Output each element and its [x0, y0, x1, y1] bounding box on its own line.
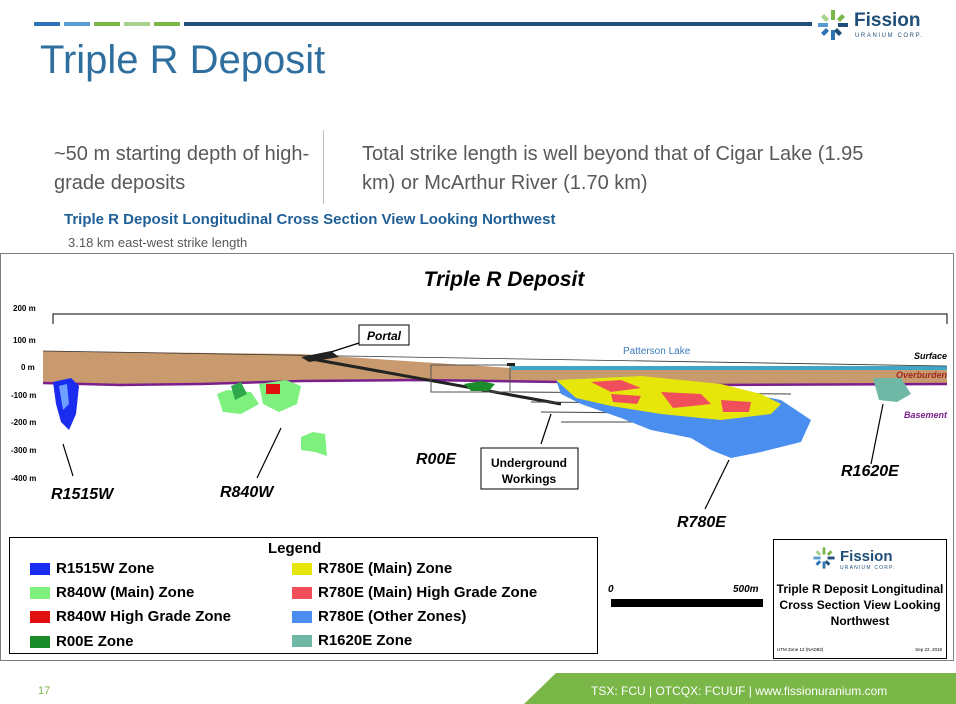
r840w-label: R840W — [220, 484, 275, 501]
surface-label: Surface — [914, 351, 947, 361]
legend-label: R780E (Main) Zone — [318, 560, 453, 577]
caption-foot-right: Sep 22, 2019 — [915, 647, 942, 652]
r780e-leader — [704, 459, 730, 510]
logo-wordmark: Fission — [854, 10, 921, 31]
footer-text: TSX: FCU | OTCQX: FCUUF | www.fissionura… — [591, 684, 888, 698]
elevation-label: -300 m — [11, 446, 36, 455]
legend-label: R780E (Other Zones) — [318, 608, 467, 625]
divider — [323, 130, 324, 204]
elevation-label: -400 m — [11, 474, 36, 483]
portal-label: Portal — [367, 329, 402, 343]
r1620e-label: R1620E — [841, 463, 900, 480]
caption-logo-word: Fission — [840, 548, 893, 565]
r840w-zone — [217, 380, 327, 456]
legend-swatch — [30, 587, 50, 599]
logo-mark-icon — [818, 10, 848, 40]
overburden-label: Overburden — [896, 370, 948, 380]
caption-logo-sub: URANIUM CORP. — [840, 565, 896, 571]
cross-section-figure: Triple R Deposit 200 m 100 m 0 m -100 m … — [0, 253, 954, 661]
starting-depth-text: ~50 m starting depth of high-grade depos… — [54, 143, 310, 194]
scale-end-label: 500m — [733, 584, 759, 595]
caption-logo: Fission URANIUM CORP. — [812, 546, 912, 572]
legend-swatch — [292, 611, 312, 623]
workings-label-line1: Underground — [491, 456, 567, 470]
logo-subtitle: URANIUM CORP. — [855, 33, 924, 39]
legend-label: R00E Zone — [56, 633, 134, 650]
figure-title: Triple R Deposit — [424, 268, 586, 291]
r1515w-label: R1515W — [51, 486, 115, 503]
caption-foot-left: UTM Zone 12 (NAD83) — [777, 647, 824, 652]
elevation-label: 100 m — [13, 336, 36, 345]
logo-mark-icon — [813, 547, 835, 569]
scale-start-label: 0 — [608, 584, 614, 595]
legend-label: R1515W Zone — [56, 560, 155, 577]
caption-text: Triple R Deposit Longitudinal Cross Sect… — [776, 582, 944, 628]
legend-swatch — [292, 635, 312, 647]
legend-swatch — [292, 563, 312, 575]
caption-box: Fission URANIUM CORP. Triple R Deposit L… — [773, 539, 947, 659]
basement-label: Basement — [904, 410, 948, 420]
elevation-label: -100 m — [11, 391, 36, 400]
portal-leader — [330, 342, 360, 353]
r780e-label: R780E — [677, 514, 727, 531]
lake-label: Patterson Lake — [623, 346, 691, 357]
workings-label-line2: Workings — [502, 472, 557, 486]
legend-label: R840W High Grade Zone — [56, 608, 232, 625]
legend-title: Legend — [268, 540, 322, 557]
legend-swatch — [30, 563, 50, 575]
legend-label: R840W (Main) Zone — [56, 584, 195, 601]
legend-swatch — [30, 611, 50, 623]
r1620e-leader — [870, 403, 884, 465]
legend-label: R1620E Zone — [318, 632, 413, 649]
section-note: 3.18 km east-west strike length — [68, 235, 248, 250]
elevation-label: 0 m — [21, 363, 35, 372]
r1515w-leader — [62, 443, 74, 477]
legend-swatch — [292, 587, 312, 599]
company-logo: Fission URANIUM CORP. — [816, 8, 946, 42]
r840w-leader — [256, 427, 282, 479]
scale-bar — [611, 599, 763, 607]
r780e-zone — [556, 376, 811, 458]
header-stripe — [34, 22, 812, 26]
r00e-label: R00E — [416, 451, 457, 468]
strike-length-text: Total strike length is well beyond that … — [362, 143, 864, 194]
patterson-lake — [511, 366, 947, 370]
section-heading: Triple R Deposit Longitudinal Cross Sect… — [64, 211, 556, 228]
page-title: Triple R Deposit — [40, 38, 326, 82]
r00e-surface-marker — [507, 363, 515, 366]
legend-label: R780E (Main) High Grade Zone — [318, 584, 538, 601]
r1515w-zone — [53, 378, 79, 430]
strike-length-bracket — [52, 313, 948, 324]
elevation-label: -200 m — [11, 418, 36, 427]
workings-leader — [540, 413, 552, 445]
legend-swatch — [30, 636, 50, 648]
legend-box: Legend R1515W Zone R840W (Main) Zone R84… — [9, 537, 598, 654]
r00e-zone — [464, 381, 495, 391]
elevation-label: 200 m — [13, 304, 36, 313]
